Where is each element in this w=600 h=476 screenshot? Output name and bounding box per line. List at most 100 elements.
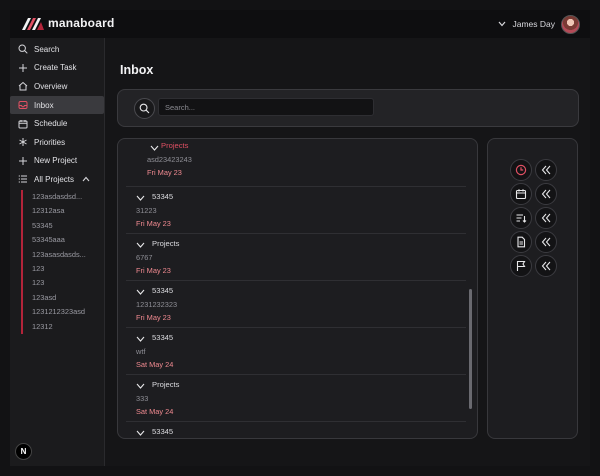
- plus-icon: [19, 63, 27, 72]
- chevron-down-icon[interactable]: [136, 430, 145, 436]
- document-button[interactable]: [510, 231, 532, 253]
- calendar-icon: [515, 189, 527, 200]
- user-menu[interactable]: James Day: [498, 14, 580, 34]
- chevron-down-icon[interactable]: [136, 383, 145, 389]
- sidebar-item-inbox[interactable]: Inbox: [10, 95, 104, 115]
- task-list-panel: Projects asd23423243 Fri May 23 53345 31…: [117, 138, 478, 439]
- collapse-button[interactable]: [535, 183, 557, 205]
- collapse-button[interactable]: [535, 159, 557, 181]
- task-description: 31223: [136, 206, 157, 215]
- list-icon: [18, 175, 27, 184]
- task-item[interactable]: Projects 6767 Fri May 23: [126, 234, 466, 281]
- calendar-button[interactable]: [510, 183, 532, 205]
- task-item[interactable]: Projects asd23423243 Fri May 23: [126, 139, 466, 187]
- sidebar-item-label: Priorities: [34, 137, 66, 147]
- project-item[interactable]: 12312asa: [23, 204, 101, 218]
- tool-row-flag: [508, 255, 560, 277]
- sidebar-item-overview[interactable]: Overview: [10, 77, 104, 96]
- sort-icon: [516, 214, 527, 223]
- sort-button[interactable]: [510, 207, 532, 229]
- project-item[interactable]: 53345aaa: [23, 233, 101, 247]
- task-project: Projects: [161, 141, 189, 150]
- search-button[interactable]: [134, 98, 155, 119]
- sidebar-item-new-project[interactable]: New Project: [10, 152, 104, 171]
- flag-button[interactable]: [510, 255, 532, 277]
- task-item[interactable]: 53345 wtf Sat May 24: [126, 328, 466, 375]
- task-project: 53345: [152, 427, 174, 436]
- chevron-down-icon[interactable]: [136, 336, 145, 342]
- task-item[interactable]: 53345 1231232323 Fri May 23: [126, 281, 466, 328]
- tool-row-calendar: [508, 183, 560, 205]
- avatar[interactable]: [561, 14, 580, 34]
- double-chevron-left-icon: [541, 165, 551, 175]
- time-button[interactable]: [510, 159, 532, 181]
- tools-panel: [487, 138, 578, 439]
- chevron-up-icon[interactable]: [82, 176, 90, 182]
- chevron-down-icon[interactable]: [136, 289, 145, 295]
- sidebar-item-all-projects[interactable]: All Projects: [10, 170, 104, 189]
- task-project: 53345: [152, 333, 174, 342]
- task-date: Sat May 24: [136, 360, 174, 369]
- sidebar-item-schedule[interactable]: Schedule: [10, 114, 104, 133]
- task-description: 333: [136, 394, 149, 403]
- project-item[interactable]: 1231212323asd: [23, 305, 101, 319]
- plus-icon: [19, 156, 27, 165]
- search-icon: [139, 103, 150, 114]
- task-date: Fri May 23: [136, 266, 171, 275]
- brand-name: manaboard: [48, 16, 115, 30]
- task-description: 6767: [136, 253, 153, 262]
- page-title: Inbox: [120, 63, 154, 77]
- double-chevron-left-icon: [541, 261, 551, 271]
- task-item[interactable]: 53345 31223 Fri May 23: [126, 187, 466, 234]
- sidebar-item-label: All Projects: [34, 174, 75, 184]
- sidebar-item-priorities[interactable]: Priorities: [10, 133, 104, 152]
- task-date: Fri May 23: [147, 168, 182, 177]
- project-list: 123asdasdsd... 12312asa 53345 53345aaa 1…: [21, 190, 101, 334]
- task-project: Projects: [152, 239, 180, 248]
- sidebar-item-label: Search: [34, 44, 60, 54]
- project-item[interactable]: 123: [23, 276, 101, 290]
- collapse-button[interactable]: [535, 207, 557, 229]
- n-badge[interactable]: N: [15, 443, 32, 460]
- task-description: 1231232323: [136, 300, 178, 309]
- project-item[interactable]: 123asasdasds...: [23, 248, 101, 262]
- user-name: James Day: [512, 19, 555, 29]
- sidebar-item-label: Inbox: [34, 100, 54, 110]
- task-list-scrollbar[interactable]: [469, 289, 472, 409]
- project-item[interactable]: 123: [23, 262, 101, 276]
- sidebar-item-label: New Project: [34, 156, 78, 166]
- task-item[interactable]: Projects 333 Sat May 24: [126, 375, 466, 422]
- collapse-button[interactable]: [535, 231, 557, 253]
- main-content: Inbox Projects asd23423243 Fri May 23 53…: [105, 38, 590, 466]
- project-item[interactable]: 53345: [23, 219, 101, 233]
- app-window: manaboard James Day Search Create Task O…: [0, 0, 600, 476]
- priority-icon: [19, 138, 27, 147]
- task-description: asd23423243: [147, 155, 192, 164]
- sidebar-item-search[interactable]: Search: [10, 40, 104, 59]
- tool-row-sort: [508, 207, 560, 229]
- tool-row-document: [508, 231, 560, 253]
- sidebar-item-create-task[interactable]: Create Task: [10, 59, 104, 78]
- task-project: Projects: [152, 380, 180, 389]
- chevron-down-icon: [499, 21, 506, 27]
- chevron-down-icon[interactable]: [136, 242, 145, 248]
- task-date: Fri May 23: [136, 219, 171, 228]
- search-input[interactable]: [158, 98, 374, 116]
- clock-icon: [515, 164, 527, 176]
- collapse-button[interactable]: [535, 255, 557, 277]
- project-item[interactable]: 12312: [23, 320, 101, 334]
- project-item[interactable]: 123asd: [23, 291, 101, 305]
- home-icon: [18, 82, 28, 91]
- chevron-down-icon[interactable]: [150, 145, 159, 151]
- sidebar-nav: Search Create Task Overview Inbox Schedu…: [10, 40, 104, 189]
- double-chevron-left-icon: [541, 189, 551, 199]
- project-item[interactable]: 123asdasdsd...: [23, 190, 101, 204]
- manaboard-logo-icon: [22, 18, 44, 30]
- calendar-icon: [18, 119, 28, 129]
- top-bar: manaboard James Day: [10, 10, 590, 39]
- sidebar-item-label: Overview: [34, 81, 68, 91]
- chevron-down-icon[interactable]: [136, 195, 145, 201]
- task-item[interactable]: 53345: [126, 422, 466, 438]
- task-project: 53345: [152, 286, 174, 295]
- sidebar-item-label: Create Task: [34, 63, 77, 73]
